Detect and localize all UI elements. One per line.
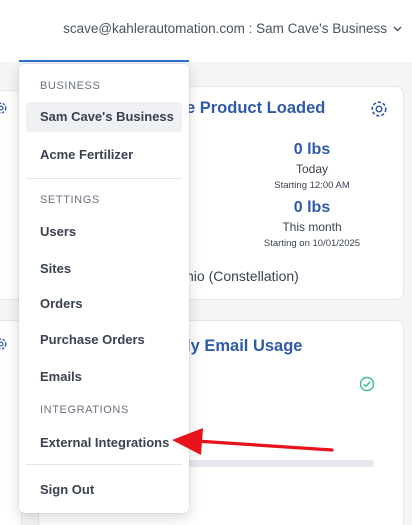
section-header-business: BUSINESS [40,80,101,92]
gear-icon[interactable] [0,100,8,121]
month-label: This month [282,220,342,234]
account-menu-trigger[interactable]: scave@kahlerautomation.com : Sam Cave's … [63,21,402,36]
month-stat: 0 lbs This month Starting on 10/01/2025 [250,199,374,249]
menu-item-sam-caves-business[interactable]: Sam Cave's Business [26,102,182,132]
month-value: 0 lbs [293,199,331,216]
chevron-down-icon [393,26,402,32]
today-value: 0 lbs [293,141,331,158]
account-menu-underline [19,60,189,62]
section-header-integrations: INTEGRATIONS [40,404,129,416]
menu-item-external-integrations[interactable]: External Integrations [40,435,169,450]
today-label: Today [295,162,329,176]
check-circle-icon [359,376,375,397]
account-bar: scave@kahlerautomation.com : Sam Cave's … [0,0,412,62]
gear-icon[interactable] [369,99,389,124]
email-usage-bar [186,460,374,467]
menu-item-users[interactable]: Users [40,224,76,239]
menu-divider [26,178,182,179]
menu-item-emails[interactable]: Emails [40,369,82,384]
month-since: Starting on 10/01/2025 [263,238,361,249]
section-header-settings: SETTINGS [40,194,100,206]
menu-item-orders[interactable]: Orders [40,296,83,311]
menu-divider [26,464,182,465]
account-label: scave@kahlerautomation.com : Sam Cave's … [63,21,387,36]
site-name: nio (Constellation) [186,268,299,284]
account-dropdown-menu: BUSINESS Sam Cave's Business Acme Fertil… [19,64,189,513]
menu-item-sign-out[interactable]: Sign Out [40,482,94,497]
menu-item-purchase-orders[interactable]: Purchase Orders [40,332,145,347]
email-usage-title: ly Email Usage [186,337,303,355]
today-stat: 0 lbs Today Starting 12:00 AM [250,141,374,191]
today-since: Starting 12:00 AM [274,180,350,191]
menu-item-sites[interactable]: Sites [40,261,71,276]
product-loaded-title: e Product Loaded [186,99,326,117]
gear-icon[interactable] [0,336,8,357]
menu-item-acme-fertilizer[interactable]: Acme Fertilizer [40,147,133,162]
